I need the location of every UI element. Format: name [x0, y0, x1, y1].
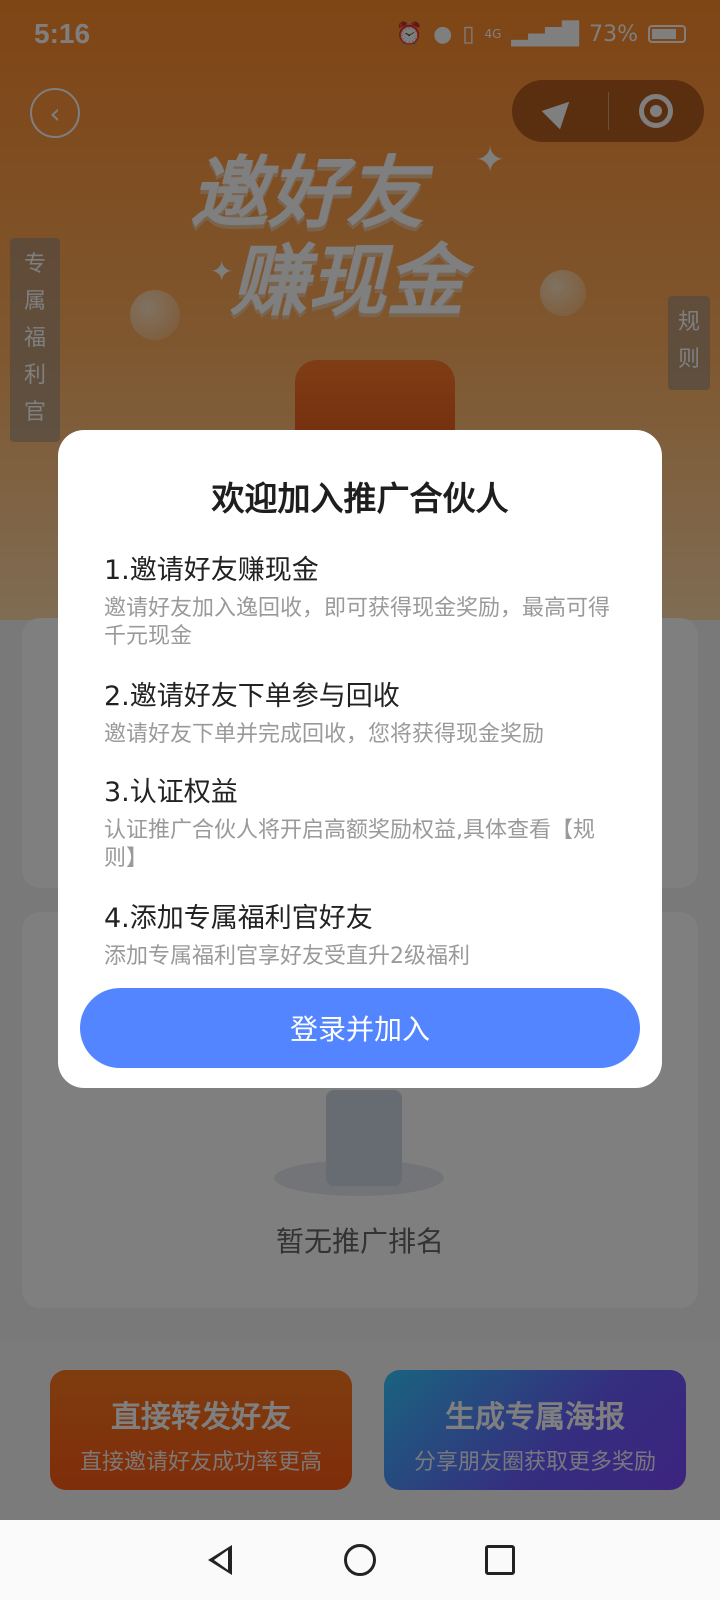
- benefit-title: 1.邀请好友赚现金: [104, 555, 319, 586]
- dialog-title: 欢迎加入推广合伙人: [211, 479, 509, 518]
- benefit-desc: 邀请好友加入逸回收，即可获得现金奖励，最高可得千元现金: [104, 596, 611, 649]
- circle-home-icon: [344, 1544, 376, 1576]
- benefit-desc: 认证推广合伙人将开启高额奖励权益,具体查看【规则】: [104, 818, 595, 871]
- login-and-join-button[interactable]: 登录并加入: [80, 988, 640, 1068]
- system-nav-bar: [0, 1520, 720, 1600]
- benefit-title: 4.添加专属福利官好友: [104, 903, 373, 934]
- benefit-desc: 添加专属福利官享好友受直升2级福利: [104, 944, 470, 969]
- benefit-item: 1.邀请好友赚现金 邀请好友加入逸回收，即可获得现金奖励，最高可得千元现金: [104, 548, 624, 651]
- benefit-item: 3.认证权益 认证推广合伙人将开启高额奖励权益,具体查看【规则】: [104, 770, 624, 873]
- benefit-desc: 邀请好友下单并完成回收，您将获得现金奖励: [104, 722, 545, 747]
- benefit-item: 4.添加专属福利官好友 添加专属福利官享好友受直升2级福利: [104, 896, 624, 971]
- nav-back-button[interactable]: [195, 1535, 245, 1585]
- welcome-dialog: 欢迎加入推广合伙人 1.邀请好友赚现金 邀请好友加入逸回收，即可获得现金奖励，最…: [58, 430, 662, 1088]
- benefit-item: 2.邀请好友下单参与回收 邀请好友下单并完成回收，您将获得现金奖励: [104, 674, 624, 749]
- square-recents-icon: [485, 1545, 515, 1575]
- nav-home-button[interactable]: [335, 1535, 385, 1585]
- nav-recents-button[interactable]: [475, 1535, 525, 1585]
- benefit-title: 3.认证权益: [104, 777, 238, 808]
- triangle-back-icon: [208, 1545, 232, 1575]
- benefit-title: 2.邀请好友下单参与回收: [104, 681, 400, 712]
